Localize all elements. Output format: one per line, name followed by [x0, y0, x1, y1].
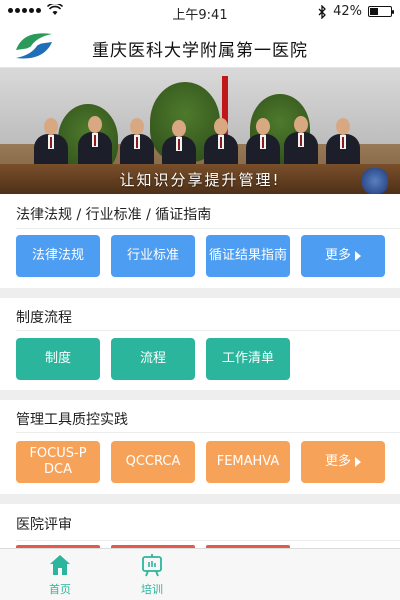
home-icon: [50, 555, 70, 575]
app-header: 重庆医科大学附属第一医院: [0, 24, 400, 68]
status-bar: 上午9:41 42%: [0, 0, 400, 24]
training-icon: [142, 554, 162, 577]
industry-standards-button[interactable]: 行业标准: [111, 235, 195, 277]
caret-right-icon: [355, 251, 361, 261]
laws-button[interactable]: 法律法规: [16, 235, 100, 277]
section-title: 制度流程: [16, 310, 72, 326]
focus-pdca-button[interactable]: FOCUS-PDCA: [16, 441, 100, 483]
section-procedures: 制度流程 制度 流程 工作清单: [0, 298, 400, 390]
tab-training[interactable]: 培训: [122, 553, 182, 599]
caret-right-icon: [355, 457, 361, 467]
battery-level: [370, 8, 379, 15]
tab-home[interactable]: 首页: [30, 553, 90, 599]
tab-label: 培训: [141, 583, 163, 596]
bluetooth-icon: [318, 4, 327, 19]
battery-percent: 42%: [333, 4, 362, 19]
page-title: 重庆医科大学附属第一医院: [92, 41, 308, 61]
section-hospital-review: 医院评审: [0, 504, 400, 548]
section-regulations: 法律法规 / 行业标准 / 循证指南 法律法规 行业标准 循证结果指南 更多: [0, 194, 400, 288]
process-button[interactable]: 流程: [111, 338, 195, 380]
banner-image[interactable]: 让知识分享提升管理!: [0, 68, 400, 194]
battery-icon: [368, 6, 394, 17]
section-title: 管理工具质控实践: [16, 412, 128, 428]
status-right: 42%: [318, 4, 394, 19]
system-button[interactable]: 制度: [16, 338, 100, 380]
section-title: 医院评审: [16, 517, 72, 533]
tab-label: 首页: [49, 583, 71, 596]
more-button[interactable]: 更多: [301, 235, 385, 277]
work-checklist-button[interactable]: 工作清单: [206, 338, 290, 380]
qccrca-button[interactable]: QCCRCA: [111, 441, 195, 483]
evidence-guide-button[interactable]: 循证结果指南: [206, 235, 290, 277]
bottom-tab-bar: 首页 培训: [0, 548, 400, 600]
femahva-button[interactable]: FEMAHVA: [206, 441, 290, 483]
more-button[interactable]: 更多: [301, 441, 385, 483]
section-management-tools: 管理工具质控实践 FOCUS-PDCA QCCRCA FEMAHVA 更多: [0, 400, 400, 494]
section-title: 法律法规 / 行业标准 / 循证指南: [16, 207, 212, 223]
banner-caption: 让知识分享提升管理!: [119, 171, 281, 189]
